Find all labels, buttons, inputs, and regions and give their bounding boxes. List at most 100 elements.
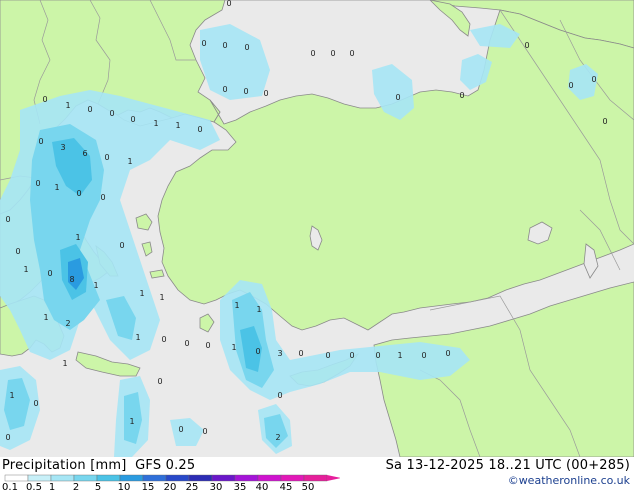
color-scale-box (211, 474, 236, 482)
value-label: 0 (222, 85, 227, 94)
color-scale-box (27, 474, 52, 482)
value-label: 0 (395, 93, 400, 102)
value-label: 0 (445, 349, 450, 358)
value-label: 0 (205, 341, 210, 350)
color-scale-box (280, 474, 305, 482)
color-scale: 0.1 0.5 1 2 5 10 15 20 25 30 35 40 45 50 (2, 474, 340, 490)
value-label: 0 (161, 335, 166, 344)
color-scale-box (50, 474, 75, 482)
value-label: 1 (231, 343, 236, 352)
value-label: 1 (62, 359, 67, 368)
value-label: 1 (54, 183, 59, 192)
value-label: 0 (109, 109, 114, 118)
value-label: 0 (100, 193, 105, 202)
value-label: 1 (153, 119, 158, 128)
color-scale-tick-label: 0.1 (2, 482, 18, 490)
value-label: 1 (175, 121, 180, 130)
color-scale-box (234, 474, 259, 482)
color-scale-box (119, 474, 144, 482)
value-label: 0 (42, 95, 47, 104)
value-label: 0 (298, 349, 303, 358)
color-scale-tick-label: 45 (280, 482, 293, 490)
value-label: 0 (201, 39, 206, 48)
value-label: 0 (568, 81, 573, 90)
value-label: 0 (5, 215, 10, 224)
value-label: 1 (159, 293, 164, 302)
value-label: 1 (127, 157, 132, 166)
value-label: 0 (5, 433, 10, 442)
value-label: 3 (60, 143, 65, 152)
color-scale-box (96, 474, 121, 482)
value-label: 0 (243, 87, 248, 96)
color-scale-tick-label: 15 (142, 482, 155, 490)
value-label: 1 (135, 333, 140, 342)
value-label: 0 (222, 41, 227, 50)
value-label: 0 (524, 41, 529, 50)
value-label: 0 (375, 351, 380, 360)
color-scale-tick-label: 25 (186, 482, 199, 490)
color-scale-tick-label: 1 (49, 482, 55, 490)
value-label: 0 (178, 425, 183, 434)
color-scale-box (257, 474, 282, 482)
value-label: 0 (226, 0, 231, 8)
value-label: 0 (157, 377, 162, 386)
color-scale-arrow (327, 475, 340, 481)
value-label: 1 (256, 305, 261, 314)
value-label: 1 (65, 101, 70, 110)
value-label: 0 (119, 241, 124, 250)
value-label: 0 (310, 49, 315, 58)
value-label: 0 (591, 75, 596, 84)
color-scale-ticks: 0.1 0.5 1 2 5 10 15 20 25 30 35 40 45 50 (2, 482, 314, 490)
value-label: 1 (23, 265, 28, 274)
value-label: 0 (421, 351, 426, 360)
value-label: 0 (104, 153, 109, 162)
value-label: 0 (277, 391, 282, 400)
map-canvas: 0 0 0 0 0 0 0 0 0 0 0 0 0 0 0 0 1 0 0 0 0 1 1 0 0 3 6 0 1 0 1 0 0 0 0 1 0 1 0 8… (0, 0, 634, 457)
color-scale-tick-label: 20 (164, 482, 177, 490)
value-label: 0 (330, 49, 335, 58)
value-label: 0 (130, 115, 135, 124)
value-label: 1 (129, 417, 134, 426)
value-label: 3 (277, 349, 282, 358)
color-scale-box (73, 474, 98, 482)
value-label: 0 (349, 351, 354, 360)
value-label: 1 (397, 351, 402, 360)
value-label: 1 (9, 391, 14, 400)
value-label: 2 (275, 433, 280, 442)
value-label: 0 (255, 347, 260, 356)
value-label: 0 (184, 339, 189, 348)
value-label: 1 (75, 233, 80, 242)
value-label: 2 (65, 319, 70, 328)
value-label: 0 (47, 269, 52, 278)
value-label: 0 (197, 125, 202, 134)
value-label: 1 (234, 301, 239, 310)
value-label: 0 (38, 137, 43, 146)
value-label: 0 (349, 49, 354, 58)
forecast-timestamp: Sa 13-12-2025 18..21 UTC (00+285) (385, 458, 630, 473)
color-scale-box (188, 474, 213, 482)
precipitation-map: 0 0 0 0 0 0 0 0 0 0 0 0 0 0 0 0 1 0 0 0 0 1 1 0 0 3 6 0 1 0 1 0 0 0 0 1 0 1 0 8… (0, 0, 634, 457)
value-label: 1 (43, 313, 48, 322)
value-label: 0 (244, 43, 249, 52)
color-scale-tick-label: 30 (210, 482, 223, 490)
color-scale-box (142, 474, 167, 482)
value-label: 0 (202, 427, 207, 436)
value-label: 1 (139, 289, 144, 298)
color-scale-tick-label: 10 (118, 482, 131, 490)
color-scale-tick-label: 5 (95, 482, 101, 490)
color-scale-tick-label: 35 (234, 482, 247, 490)
color-scale-tick-label: 50 (302, 482, 315, 490)
credit-link[interactable]: ©weatheronline.co.uk (508, 474, 630, 487)
color-scale-tick-label: 0.5 (26, 482, 42, 490)
color-scale-box (303, 474, 328, 482)
value-label: 0 (602, 117, 607, 126)
value-label: 0 (35, 179, 40, 188)
value-label: 6 (82, 149, 87, 158)
color-scale-tick-label: 40 (256, 482, 269, 490)
value-label: 0 (263, 89, 268, 98)
value-label: 0 (15, 247, 20, 256)
value-label: 0 (76, 189, 81, 198)
value-label: 0 (325, 351, 330, 360)
color-scale-boxes (4, 474, 340, 482)
value-label: 8 (69, 275, 74, 284)
